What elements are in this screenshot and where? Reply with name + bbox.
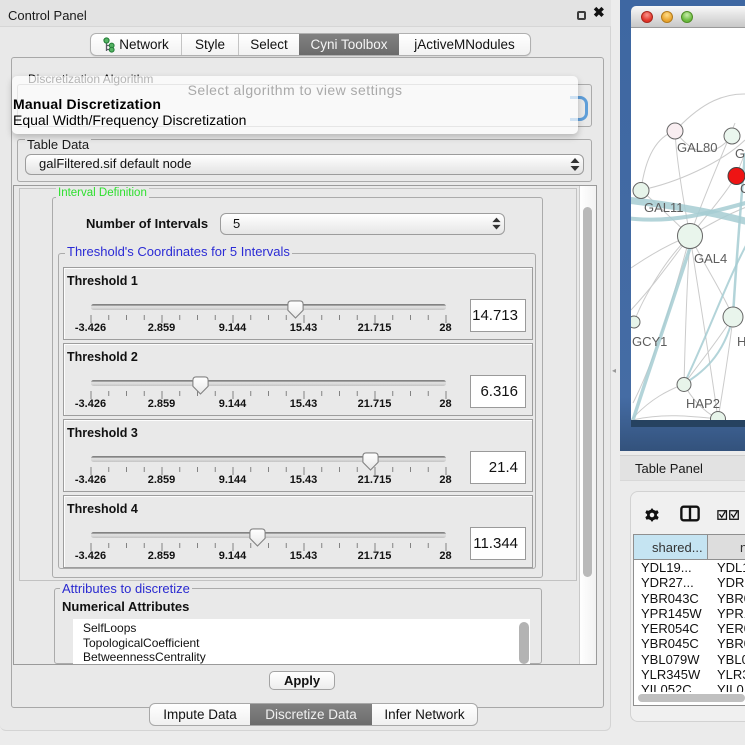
svg-text:GCY1: GCY1 xyxy=(632,334,667,349)
svg-text:GAL80: GAL80 xyxy=(677,140,717,155)
svg-text:GAL11: GAL11 xyxy=(644,200,684,215)
svg-text:HAP2: HAP2 xyxy=(686,396,720,411)
svg-text:H: H xyxy=(737,334,745,349)
svg-text:C: C xyxy=(740,181,745,196)
svg-text:G: G xyxy=(735,146,745,161)
svg-text:GAL4: GAL4 xyxy=(694,251,727,266)
